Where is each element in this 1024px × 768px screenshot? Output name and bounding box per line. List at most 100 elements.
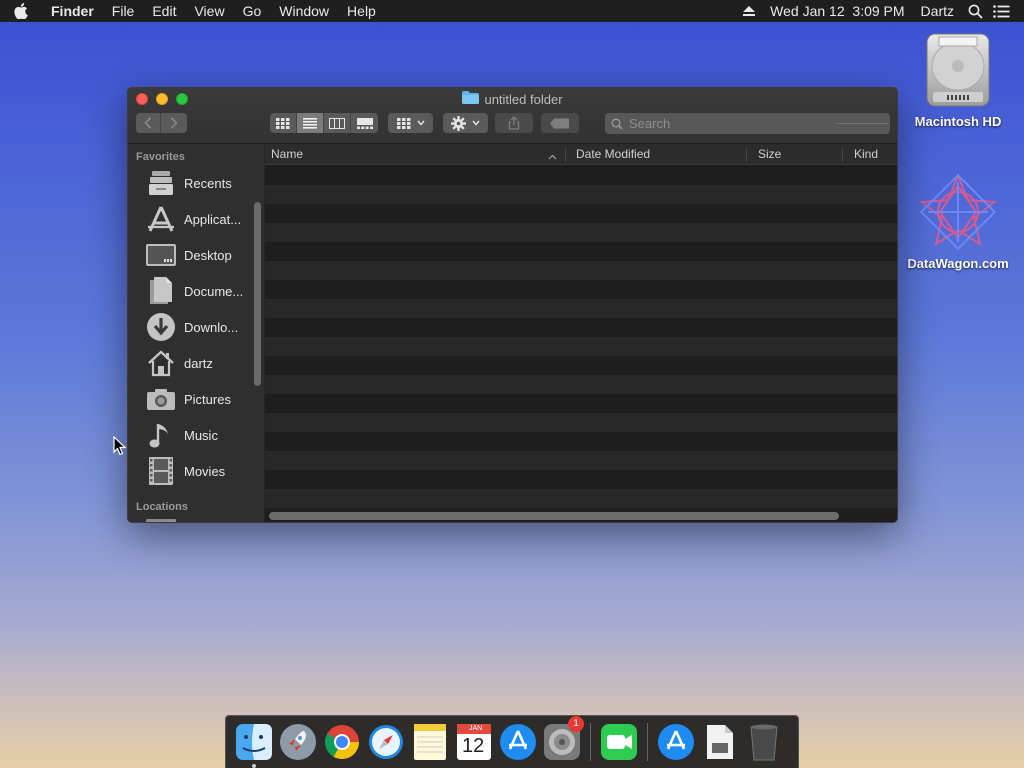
dock-calendar-icon[interactable]: JAN 12	[454, 722, 494, 762]
column-divider[interactable]	[565, 147, 566, 162]
group-by-button[interactable]	[388, 113, 433, 133]
menu-app-finder[interactable]: Finder	[42, 0, 103, 22]
list-view-button[interactable]	[297, 113, 324, 133]
eject-icon[interactable]	[736, 5, 762, 17]
dock-document-icon[interactable]	[700, 722, 740, 762]
sort-ascending-icon	[548, 149, 557, 163]
search-icon	[611, 118, 623, 130]
window-title-text: untitled folder	[484, 91, 563, 107]
menu-window[interactable]: Window	[270, 0, 338, 22]
title-bar[interactable]: untitled folder Search	[128, 88, 897, 144]
menu-file[interactable]: File	[103, 0, 144, 22]
sidebar-item-documents[interactable]: Docume...	[128, 274, 252, 308]
sidebar-item-desktop[interactable]: Desktop	[128, 238, 252, 272]
column-divider[interactable]	[842, 147, 843, 162]
empty-row	[265, 223, 897, 242]
share-button[interactable]	[495, 113, 533, 133]
music-icon	[144, 419, 178, 451]
apple-icon[interactable]	[14, 3, 42, 19]
dock-trash-icon[interactable]	[744, 722, 784, 762]
action-menu-button[interactable]	[443, 113, 488, 133]
menu-edit[interactable]: Edit	[143, 0, 185, 22]
notification-center-icon[interactable]	[988, 4, 1014, 18]
empty-row	[265, 470, 897, 489]
chevron-down-icon	[416, 120, 425, 126]
column-header-name[interactable]: Name	[271, 144, 303, 165]
calendar-day: 12	[462, 735, 485, 757]
dock-app-store-downloads-icon[interactable]	[656, 722, 696, 762]
column-view-button[interactable]	[324, 113, 351, 133]
empty-row	[265, 375, 897, 394]
applications-icon	[144, 203, 178, 235]
hard-drive-icon	[921, 30, 995, 110]
view-mode-selector	[270, 113, 378, 133]
sidebar-item-downloads[interactable]: Downlo...	[128, 310, 252, 344]
horizontal-scrollbar[interactable]	[269, 512, 839, 520]
user-menu[interactable]: Dartz	[913, 0, 962, 22]
clock[interactable]: Wed Jan 12 3:09 PM	[762, 0, 912, 22]
forward-button[interactable]	[161, 113, 187, 133]
desktop-icon-datawagon[interactable]: DataWagon.com	[903, 172, 1013, 271]
dock-system-preferences-icon[interactable]: 1	[542, 716, 584, 762]
desktop-icon-label: Macintosh HD	[914, 114, 1002, 129]
share-icon	[508, 116, 520, 130]
column-header-size[interactable]: Size	[758, 144, 781, 165]
columns-icon	[329, 117, 345, 129]
column-header-kind[interactable]: Kind	[854, 144, 878, 165]
menu-help[interactable]: Help	[338, 0, 385, 22]
dock-safari-icon[interactable]	[366, 722, 406, 762]
dock-app-store-icon[interactable]	[498, 722, 538, 762]
sidebar-item-music[interactable]: Music	[128, 418, 252, 452]
gallery-icon	[356, 117, 373, 129]
sidebar-scrollbar[interactable]	[254, 202, 261, 386]
sidebar-item-home[interactable]: dartz	[128, 346, 252, 380]
sidebar-item-label: Pictures	[184, 391, 231, 407]
sidebar-item-movies[interactable]: Movies	[128, 454, 252, 488]
sidebar-item-label: Docume...	[184, 283, 244, 299]
sidebar-item-pictures[interactable]: Pictures	[128, 382, 252, 416]
dock-facetime-icon[interactable]	[599, 722, 639, 762]
search-field[interactable]: Search	[605, 113, 890, 134]
group-grid-icon	[396, 117, 410, 129]
chevron-right-icon	[170, 117, 178, 129]
menu-go[interactable]: Go	[234, 0, 271, 22]
sidebar-item-applications[interactable]: Applicat...	[128, 202, 252, 236]
dock-chrome-icon[interactable]	[322, 722, 362, 762]
empty-row	[265, 489, 897, 508]
column-divider[interactable]	[746, 147, 747, 162]
sidebar-item-recents[interactable]: Recents	[128, 166, 252, 200]
movies-icon	[144, 455, 178, 487]
desktop-icon-macintosh-hd[interactable]: Macintosh HD	[903, 30, 1013, 129]
dock: JAN 12 1	[225, 715, 799, 768]
dock-finder-icon[interactable]	[234, 722, 274, 768]
sidebar-item-label: Recents	[184, 175, 232, 191]
sidebar-item-label: Applicat...	[184, 211, 242, 227]
dock-separator	[590, 723, 591, 761]
dock-notes-icon[interactable]	[410, 722, 450, 762]
column-header-date-modified[interactable]: Date Modified	[576, 144, 650, 165]
tags-button[interactable]	[541, 113, 579, 133]
location-item-partial[interactable]	[146, 519, 176, 522]
empty-row	[265, 413, 897, 432]
icon-view-button[interactable]	[270, 113, 297, 133]
menu-bar: Finder File Edit View Go Window Help Wed…	[0, 0, 1024, 22]
chevron-left-icon	[144, 117, 152, 129]
empty-row	[265, 242, 897, 261]
column-headers: Name Date Modified Size Kind	[265, 144, 897, 165]
dock-launchpad-icon[interactable]	[278, 722, 318, 762]
sidebar-item-label: dartz	[184, 355, 213, 371]
window-title: untitled folder	[128, 91, 897, 107]
menu-view[interactable]: View	[185, 0, 233, 22]
sidebar-item-label: Music	[184, 427, 218, 443]
gallery-view-button[interactable]	[351, 113, 378, 133]
empty-row	[265, 337, 897, 356]
empty-row	[265, 356, 897, 375]
empty-row	[265, 280, 897, 299]
mouse-cursor-icon	[113, 435, 127, 461]
tag-icon	[550, 118, 569, 128]
calendar-month: JAN	[469, 725, 483, 732]
gear-icon	[451, 115, 466, 131]
back-button[interactable]	[136, 113, 161, 133]
desktop-icon	[144, 239, 178, 271]
spotlight-search-icon[interactable]	[962, 4, 988, 19]
